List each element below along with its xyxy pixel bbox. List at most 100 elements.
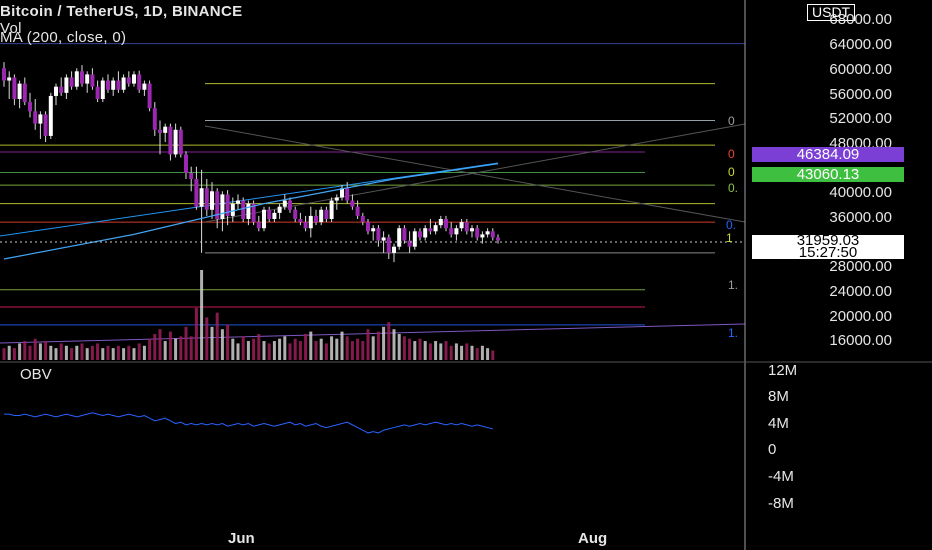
candle-body	[22, 83, 27, 103]
volume-bar	[54, 348, 58, 360]
fib-level-label: 1.	[728, 326, 739, 340]
volume-bar	[267, 343, 271, 360]
candle-body	[376, 228, 381, 241]
candle-body	[355, 206, 360, 216]
volume-bar	[28, 345, 32, 360]
fib-level-label: 1	[726, 231, 733, 245]
volume-bar	[163, 341, 167, 360]
volume-bar	[116, 345, 120, 360]
candle-body	[168, 126, 173, 155]
candle-body	[293, 209, 298, 219]
candle-body	[433, 225, 438, 232]
candle-body	[480, 234, 485, 238]
candle-body	[38, 114, 43, 124]
candle-body	[199, 188, 204, 207]
volume-bar	[304, 333, 308, 360]
candle-body	[59, 86, 64, 93]
candle-body	[438, 219, 443, 226]
volume-bar	[23, 341, 27, 360]
candle-body	[33, 111, 38, 124]
candle-body	[204, 188, 209, 210]
symbol-title[interactable]: Bitcoin / TetherUS, 1D, BINANCE	[0, 3, 242, 20]
candle-body	[428, 228, 433, 232]
candle-body	[74, 71, 79, 87]
candle-body	[64, 77, 69, 93]
volume-bar	[64, 345, 68, 360]
volume-bar	[90, 345, 94, 360]
candle-body	[2, 68, 6, 81]
candle-body	[48, 95, 53, 136]
candle-body	[194, 179, 199, 207]
fib-level-label: 1.	[728, 278, 739, 292]
candle-body	[407, 240, 412, 247]
volume-bar	[189, 336, 193, 360]
price-axis-tick: 24000.00	[829, 283, 892, 300]
candle-body	[282, 200, 287, 207]
candle-body	[111, 80, 116, 90]
volume-bar	[132, 348, 136, 360]
candle-body	[142, 83, 147, 90]
volume-bar	[85, 348, 89, 360]
volume-bar	[345, 336, 349, 360]
volume-bar	[148, 338, 152, 360]
volume-bar	[252, 338, 256, 360]
candle-body	[256, 222, 261, 229]
candle-body	[121, 77, 126, 90]
candle-body	[158, 129, 162, 133]
volume-bar	[402, 336, 406, 360]
ma-indicator-label[interactable]: MA (200, close, 0)	[0, 29, 126, 46]
volume-bar	[122, 348, 126, 360]
candle-body	[397, 228, 402, 247]
volume-bar	[376, 331, 380, 360]
volume-bar	[241, 336, 245, 360]
candle-body	[28, 102, 32, 112]
volume-bar	[298, 341, 302, 360]
candle-body	[184, 154, 188, 173]
x-axis-label-jun: Jun	[228, 530, 255, 547]
candle-body	[303, 222, 308, 229]
price-axis-tick: 36000.00	[829, 209, 892, 226]
candle-body	[454, 228, 459, 235]
volume-bar	[491, 350, 495, 360]
volume-bar	[418, 338, 422, 360]
candle-body	[189, 172, 194, 179]
volume-bar	[142, 345, 146, 360]
volume-bar	[262, 341, 266, 360]
volume-bar	[486, 348, 490, 360]
volume-bar	[210, 326, 214, 360]
candle-body	[381, 237, 386, 241]
volume-bar	[257, 333, 261, 360]
volume-bar	[387, 322, 391, 360]
obv-indicator-label[interactable]: OBV	[20, 366, 52, 383]
volume-bar	[272, 341, 276, 360]
obv-axis-tick: 8M	[768, 388, 789, 405]
candle-body	[470, 228, 474, 232]
candle-body	[490, 231, 495, 238]
candle-body	[444, 219, 448, 229]
fib-level-label: 0	[728, 114, 735, 128]
candle-body	[236, 200, 240, 204]
volume-bar	[413, 341, 417, 360]
candle-body	[334, 197, 339, 201]
volume-bar	[434, 341, 438, 360]
volume-bar	[371, 336, 375, 360]
candle-body	[85, 74, 90, 84]
volume-bar	[44, 341, 48, 360]
volume-bar	[220, 329, 224, 360]
volume-bar	[111, 348, 115, 360]
volume-bar	[397, 333, 401, 360]
volume-bars	[2, 270, 495, 360]
volume-bar	[408, 338, 412, 360]
candle-body	[173, 129, 178, 155]
current-price-badge: 31959.03 15:27:50	[752, 233, 904, 260]
volume-bar	[215, 312, 219, 360]
volume-bar	[137, 343, 141, 360]
volume-bar	[205, 317, 209, 360]
volume-bar	[101, 348, 105, 360]
volume-bar	[356, 338, 360, 360]
candle-body	[272, 212, 277, 219]
candle-body	[90, 74, 95, 87]
candle-body	[12, 77, 17, 99]
candle-body	[485, 231, 490, 235]
candle-body	[314, 215, 318, 223]
